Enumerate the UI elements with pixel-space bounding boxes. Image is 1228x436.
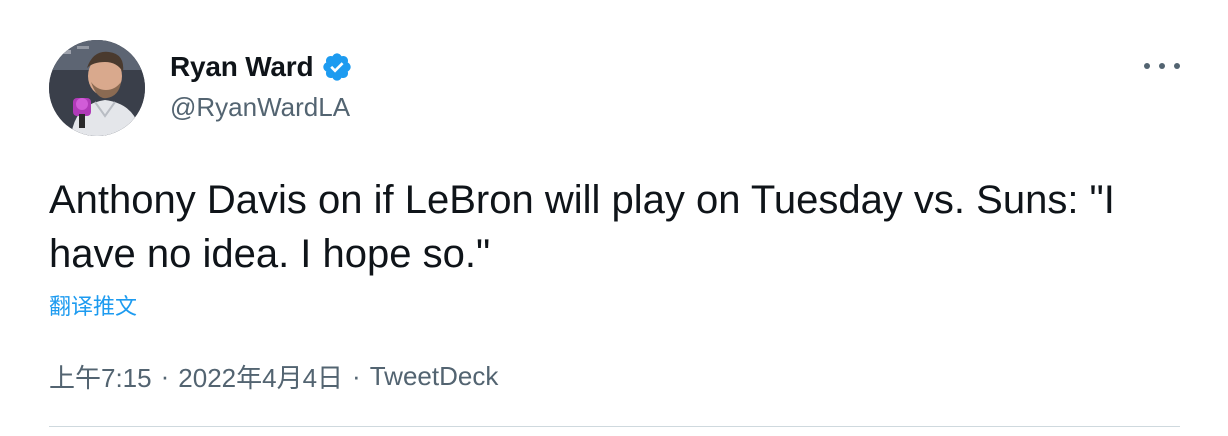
- tweet-date[interactable]: 2022年4月4日: [178, 358, 343, 395]
- divider: [49, 426, 1180, 427]
- more-dot: [1159, 63, 1165, 69]
- more-horizontal-icon[interactable]: [1144, 54, 1180, 78]
- avatar-photo-icon: [49, 40, 145, 136]
- meta-separator: ·: [352, 361, 361, 391]
- meta-separator: ·: [160, 361, 170, 391]
- author-display-name[interactable]: Ryan Ward: [170, 51, 314, 83]
- verified-badge-icon: [321, 51, 353, 83]
- tweet-text: Anthony Davis on if LeBron will play on …: [49, 178, 1115, 276]
- author-handle[interactable]: @RyanWardLA: [170, 92, 350, 123]
- tweet-source[interactable]: TweetDeck: [370, 361, 499, 392]
- tweet-time[interactable]: 上午7:15: [49, 358, 152, 395]
- tweet-metadata: 上午7:15 · 2022年4月4日 · TweetDeck: [49, 358, 498, 395]
- author-name-row: Ryan Ward: [170, 50, 353, 84]
- translate-tweet-link[interactable]: 翻译推文: [49, 289, 137, 321]
- avatar[interactable]: [49, 40, 145, 136]
- more-dot: [1144, 63, 1150, 69]
- more-dot: [1174, 63, 1180, 69]
- tweet-card: Ryan Ward @RyanWardLA Anthony Davis on i…: [0, 0, 1228, 436]
